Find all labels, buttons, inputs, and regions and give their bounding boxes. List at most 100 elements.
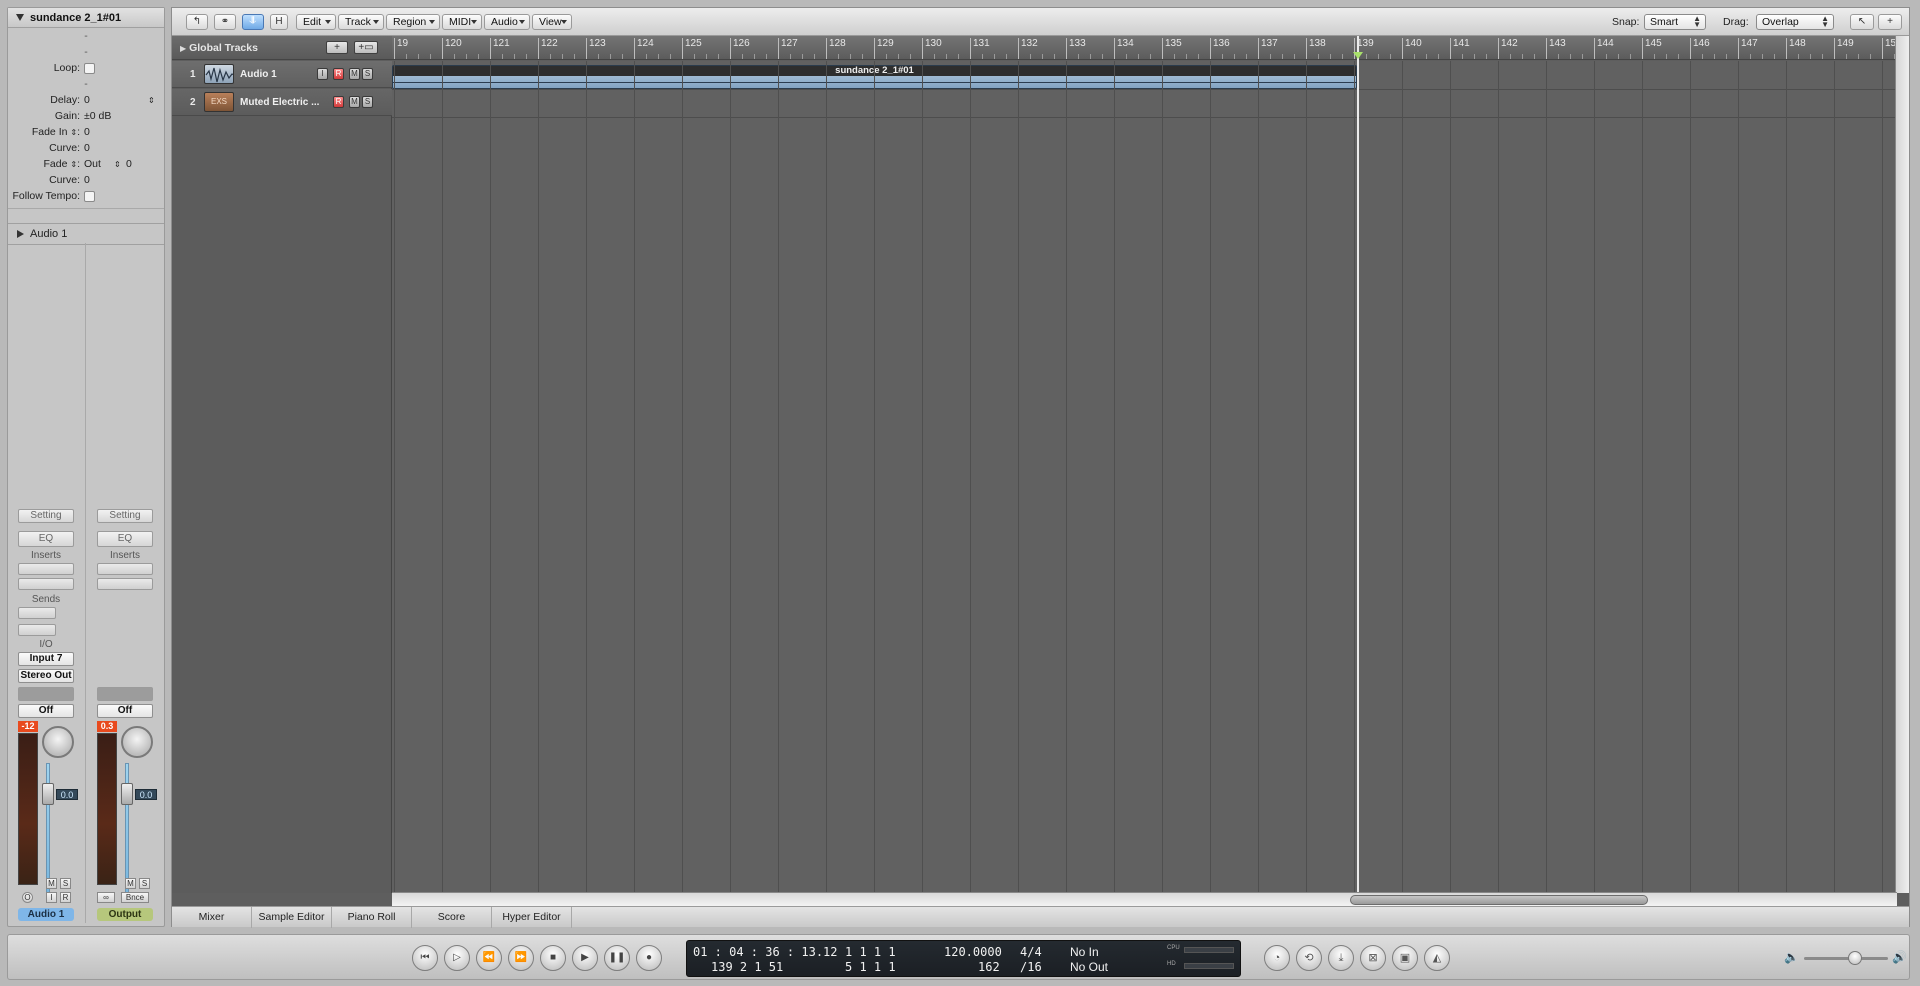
mute-button[interactable]: M (125, 878, 136, 889)
solo-button[interactable]: S (60, 878, 71, 889)
mute-button[interactable]: M (46, 878, 57, 889)
stepper-icon[interactable]: ⇕ (70, 160, 77, 169)
play-button[interactable]: ▶ (572, 945, 598, 971)
input-button[interactable]: Input 7 (18, 652, 74, 666)
stop-button[interactable]: ■ (540, 945, 566, 971)
autopunch-button[interactable]: ⤓ (1328, 945, 1354, 971)
insert-slot[interactable] (18, 563, 74, 575)
curve-value[interactable]: 0 (84, 142, 90, 154)
view-menu[interactable]: View (532, 14, 572, 30)
midi-menu[interactable]: MIDI (442, 14, 482, 30)
play-from-selection-button[interactable]: ▷ (444, 945, 470, 971)
link-button[interactable]: ⚭ (214, 14, 236, 30)
stepper-icon[interactable]: ⇕ (114, 160, 126, 169)
insert-slot[interactable] (97, 563, 153, 575)
insert-slot[interactable] (18, 578, 74, 590)
fast-forward-button[interactable]: ⏩ (508, 945, 534, 971)
pan-knob[interactable] (42, 726, 74, 758)
solo-mode-button[interactable]: ▣ (1392, 945, 1418, 971)
channel-name[interactable]: Output (97, 908, 153, 921)
region-menu[interactable]: Region (386, 14, 440, 30)
stepper-icon[interactable]: ⇕ (70, 128, 77, 137)
transport-display[interactable]: 01 : 04 : 36 : 13.12 139 2 1 51 1 1 1 1 … (686, 940, 1241, 977)
fade-in-value[interactable]: 0 (84, 126, 90, 138)
eq-button[interactable]: EQ (97, 531, 153, 547)
record-button[interactable]: ● (636, 945, 662, 971)
setting-button[interactable]: Setting (18, 509, 74, 523)
vertical-scrollbar[interactable] (1895, 36, 1909, 893)
audio-menu[interactable]: Audio (484, 14, 530, 30)
hide-button[interactable]: H (270, 14, 288, 30)
fade-value[interactable]: 0 (126, 158, 132, 170)
edit-menu[interactable]: Edit (296, 14, 336, 30)
pause-button[interactable]: ❚❚ (604, 945, 630, 971)
tab-hyper-editor[interactable]: Hyper Editor (492, 907, 572, 928)
alternate-tool-button[interactable]: + (1878, 14, 1902, 30)
snap-popup[interactable]: Smart ▲ ▼ (1644, 14, 1706, 30)
input-monitor-button[interactable]: I (46, 892, 57, 903)
stepper-icon[interactable]: ⇕ (148, 96, 155, 105)
bar-ruler[interactable]: 19 120 121 122 123 124 125 126 127 128 129 130 131 13… (392, 36, 1897, 60)
track-name[interactable]: Muted Electric ... (240, 97, 319, 108)
track-header-1[interactable]: 1 Audio 1 I R M S (172, 61, 392, 88)
solo-button[interactable]: S (362, 96, 373, 108)
catch-button[interactable]: ⥥ (242, 14, 264, 30)
record-enable-button[interactable]: R (60, 892, 71, 903)
add-folder-button[interactable]: +▭ (354, 41, 378, 54)
playhead-marker-icon[interactable] (1353, 52, 1363, 59)
peak-indicator[interactable]: 0.3 (97, 721, 117, 732)
master-volume-slider[interactable] (1804, 957, 1888, 960)
bounce-button[interactable]: Bnce (121, 892, 149, 903)
tab-score[interactable]: Score (412, 907, 492, 928)
volume-fader-handle[interactable] (42, 783, 54, 805)
go-to-beginning-button[interactable]: ⏮ (412, 945, 438, 971)
metronome-button[interactable]: ◭ (1424, 945, 1450, 971)
send-slot[interactable] (18, 624, 56, 636)
automation-mode-button[interactable]: Off (18, 704, 74, 718)
region-parameters-header[interactable]: sundance 2_1#01 (8, 8, 164, 28)
curve-value[interactable]: 0 (84, 174, 90, 186)
insert-slot[interactable] (97, 578, 153, 590)
track-lanes[interactable]: sundance 2_1#01 (392, 61, 1897, 893)
pan-knob[interactable] (121, 726, 153, 758)
tuner-button[interactable]: ◔ (1264, 945, 1290, 971)
setting-button[interactable]: Setting (97, 509, 153, 523)
input-monitor-button[interactable]: I (317, 68, 328, 80)
scrollbar-thumb[interactable] (1350, 895, 1648, 905)
stereo-link-icon[interactable]: ∞ (97, 892, 115, 903)
track-menu[interactable]: Track (338, 14, 384, 30)
follow-tempo-checkbox[interactable] (84, 190, 95, 202)
mute-button[interactable]: M (349, 68, 360, 80)
fade-mode[interactable]: Out (84, 158, 114, 170)
solo-button[interactable]: S (139, 878, 150, 889)
send-slot[interactable] (18, 607, 56, 619)
automation-mode-button[interactable]: Off (97, 704, 153, 718)
tab-sample-editor[interactable]: Sample Editor (252, 907, 332, 928)
delay-value[interactable]: 0 (84, 94, 148, 106)
output-button[interactable]: Stereo Out (18, 669, 74, 683)
peak-indicator[interactable]: -12 (18, 721, 38, 732)
global-tracks-header[interactable]: ▶ Global Tracks + +▭ (172, 36, 392, 60)
disclosure-triangle-icon[interactable] (16, 14, 24, 21)
back-button[interactable]: ↰ (186, 14, 208, 30)
cycle-button[interactable]: ⟲ (1296, 945, 1322, 971)
pointer-tool-button[interactable]: ↖ (1850, 14, 1874, 30)
group-slot[interactable] (18, 687, 74, 701)
record-enable-button[interactable]: R (333, 68, 344, 80)
monitor-button[interactable]: O (22, 892, 33, 903)
master-volume-handle[interactable] (1848, 951, 1862, 965)
group-slot[interactable] (97, 687, 153, 701)
volume-fader-handle[interactable] (121, 783, 133, 805)
volume-value[interactable]: 0.0 (56, 789, 78, 800)
tab-piano-roll[interactable]: Piano Roll (332, 907, 412, 928)
eq-button[interactable]: EQ (18, 531, 74, 547)
add-track-button[interactable]: + (326, 41, 348, 54)
rewind-button[interactable]: ⏪ (476, 945, 502, 971)
horizontal-scrollbar[interactable] (392, 892, 1897, 906)
tab-mixer[interactable]: Mixer (172, 907, 252, 928)
drag-popup[interactable]: Overlap ▲ ▼ (1756, 14, 1834, 30)
playhead[interactable] (1357, 36, 1359, 893)
replace-button[interactable]: ⊠ (1360, 945, 1386, 971)
channel-name[interactable]: Audio 1 (18, 908, 74, 921)
gain-value[interactable]: ±0 dB (84, 110, 111, 122)
